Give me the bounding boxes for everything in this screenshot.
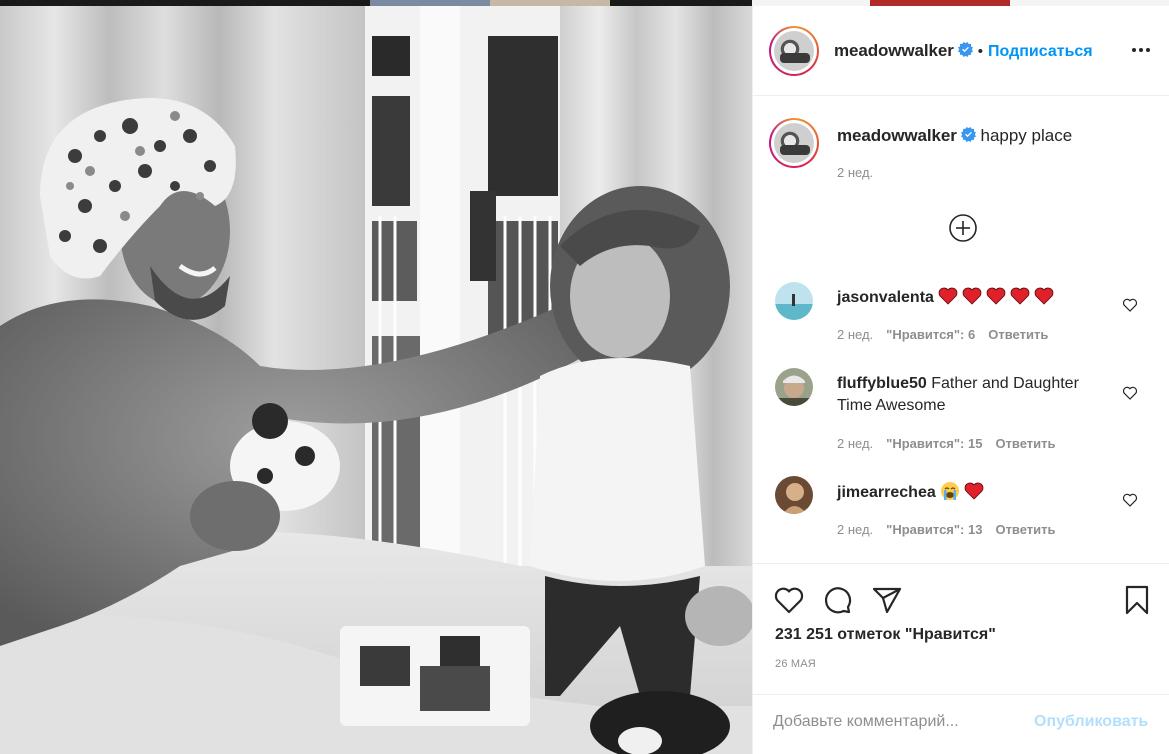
- post-sidebar: meadowwalker • Подписаться meadowwalker h…: [752, 6, 1169, 754]
- comment-emoji: [940, 482, 988, 501]
- comment-username[interactable]: fluffyblue50: [837, 375, 927, 392]
- red-heart-icon: [964, 482, 984, 500]
- comment-like-icon[interactable]: [1122, 297, 1138, 313]
- commenter-avatar[interactable]: [775, 282, 813, 320]
- share-icon[interactable]: [871, 584, 903, 616]
- author-avatar[interactable]: [769, 26, 819, 76]
- comment-likes[interactable]: "Нравится": 15: [886, 436, 982, 451]
- verified-badge-icon: [957, 42, 973, 57]
- comment-icon[interactable]: [821, 584, 853, 616]
- publish-button[interactable]: Опубликовать: [1034, 713, 1148, 731]
- comment-time[interactable]: 2 нед.: [837, 522, 873, 537]
- commenter-avatar[interactable]: [775, 368, 813, 406]
- comment-like-icon[interactable]: [1122, 385, 1138, 401]
- verified-badge-icon: [960, 127, 976, 142]
- comment-time[interactable]: 2 нед.: [837, 436, 873, 451]
- heart-icon[interactable]: [773, 584, 805, 616]
- comment-meta: 2 нед. "Нравится": 6 Ответить: [837, 327, 1061, 342]
- comment-meta: 2 нед. "Нравится": 13 Ответить: [837, 522, 1069, 537]
- post-date[interactable]: 26 МАЯ: [775, 658, 816, 670]
- comment-like-icon[interactable]: [1122, 492, 1138, 508]
- reply-button[interactable]: Ответить: [988, 327, 1048, 342]
- post-image: [0, 6, 752, 754]
- comment-meta: 2 нед. "Нравится": 15 Ответить: [837, 436, 1069, 451]
- post-photo[interactable]: [0, 6, 752, 754]
- load-more-comments-icon[interactable]: [948, 213, 978, 243]
- comment-emoji: [938, 287, 1058, 306]
- comment-username[interactable]: jimearrechea: [837, 484, 936, 501]
- author-username[interactable]: meadowwalker: [834, 41, 954, 60]
- add-comment-bar: Опубликовать: [753, 694, 1169, 754]
- header-user-row: meadowwalker • Подписаться: [834, 41, 1093, 61]
- follow-button[interactable]: Подписаться: [988, 43, 1093, 60]
- commenter-avatar[interactable]: [775, 476, 813, 514]
- comment-likes[interactable]: "Нравится": 6: [886, 327, 975, 342]
- red-heart-icon: [1011, 287, 1030, 305]
- reply-button[interactable]: Ответить: [995, 436, 1055, 451]
- bookmark-icon[interactable]: [1121, 584, 1153, 616]
- comment-time[interactable]: 2 нед.: [837, 327, 873, 342]
- comment-body: jimearrechea: [837, 481, 1117, 504]
- caption-time[interactable]: 2 нед.: [837, 165, 873, 180]
- red-heart-icon: [987, 287, 1006, 305]
- separator-dot: •: [977, 43, 984, 60]
- red-heart-icon: [939, 287, 958, 305]
- comment-likes[interactable]: "Нравится": 13: [886, 522, 982, 537]
- comment-username[interactable]: jasonvalenta: [837, 289, 934, 306]
- caption-author-avatar[interactable]: [769, 118, 819, 168]
- post-header: meadowwalker • Подписаться: [753, 6, 1169, 96]
- actions-divider: [753, 563, 1169, 564]
- more-options-icon[interactable]: [1131, 42, 1151, 58]
- red-heart-icon: [1035, 287, 1054, 305]
- comment-body: fluffyblue50 Father and Daughter Time Aw…: [837, 373, 1117, 417]
- caption: meadowwalker happy place: [837, 126, 1072, 146]
- comment-input[interactable]: [773, 707, 1013, 737]
- caption-text: happy place: [980, 126, 1073, 145]
- loudly-crying-face-icon: [941, 482, 960, 500]
- reply-button[interactable]: Ответить: [995, 522, 1055, 537]
- likes-count[interactable]: 231 251 отметок "Нравится": [775, 626, 996, 644]
- comment-body: jasonvalenta: [837, 287, 1117, 309]
- caption-username[interactable]: meadowwalker: [837, 126, 957, 145]
- red-heart-icon: [963, 287, 982, 305]
